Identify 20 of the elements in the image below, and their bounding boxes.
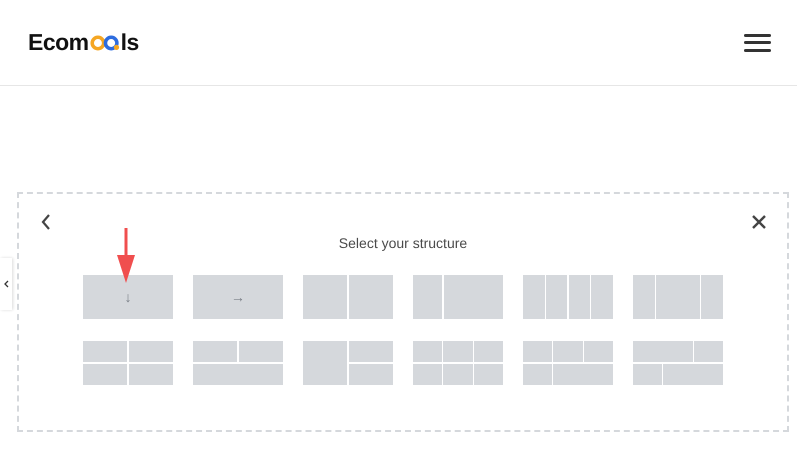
structure-option[interactable] xyxy=(303,275,393,319)
sidebar-toggle[interactable] xyxy=(0,258,12,310)
structure-option[interactable]: ↓ xyxy=(83,275,173,319)
structure-option[interactable]: → xyxy=(193,275,283,319)
structure-option[interactable] xyxy=(523,341,613,385)
panel-title: Select your structure xyxy=(338,235,468,251)
structure-option[interactable] xyxy=(633,275,723,319)
structure-option[interactable] xyxy=(523,275,613,319)
logo-text: ls xyxy=(120,29,139,56)
chevron-left-icon xyxy=(4,280,8,288)
structure-option[interactable] xyxy=(193,341,283,385)
structure-option[interactable] xyxy=(303,341,393,385)
logo-text: Ecom xyxy=(28,29,89,56)
logo-rings-icon xyxy=(90,34,120,50)
annotation-arrow xyxy=(116,228,136,284)
structure-option[interactable] xyxy=(83,341,173,385)
structure-option[interactable] xyxy=(413,341,503,385)
structure-option[interactable] xyxy=(633,341,723,385)
menu-button[interactable] xyxy=(744,34,771,52)
structure-option[interactable] xyxy=(413,275,503,319)
